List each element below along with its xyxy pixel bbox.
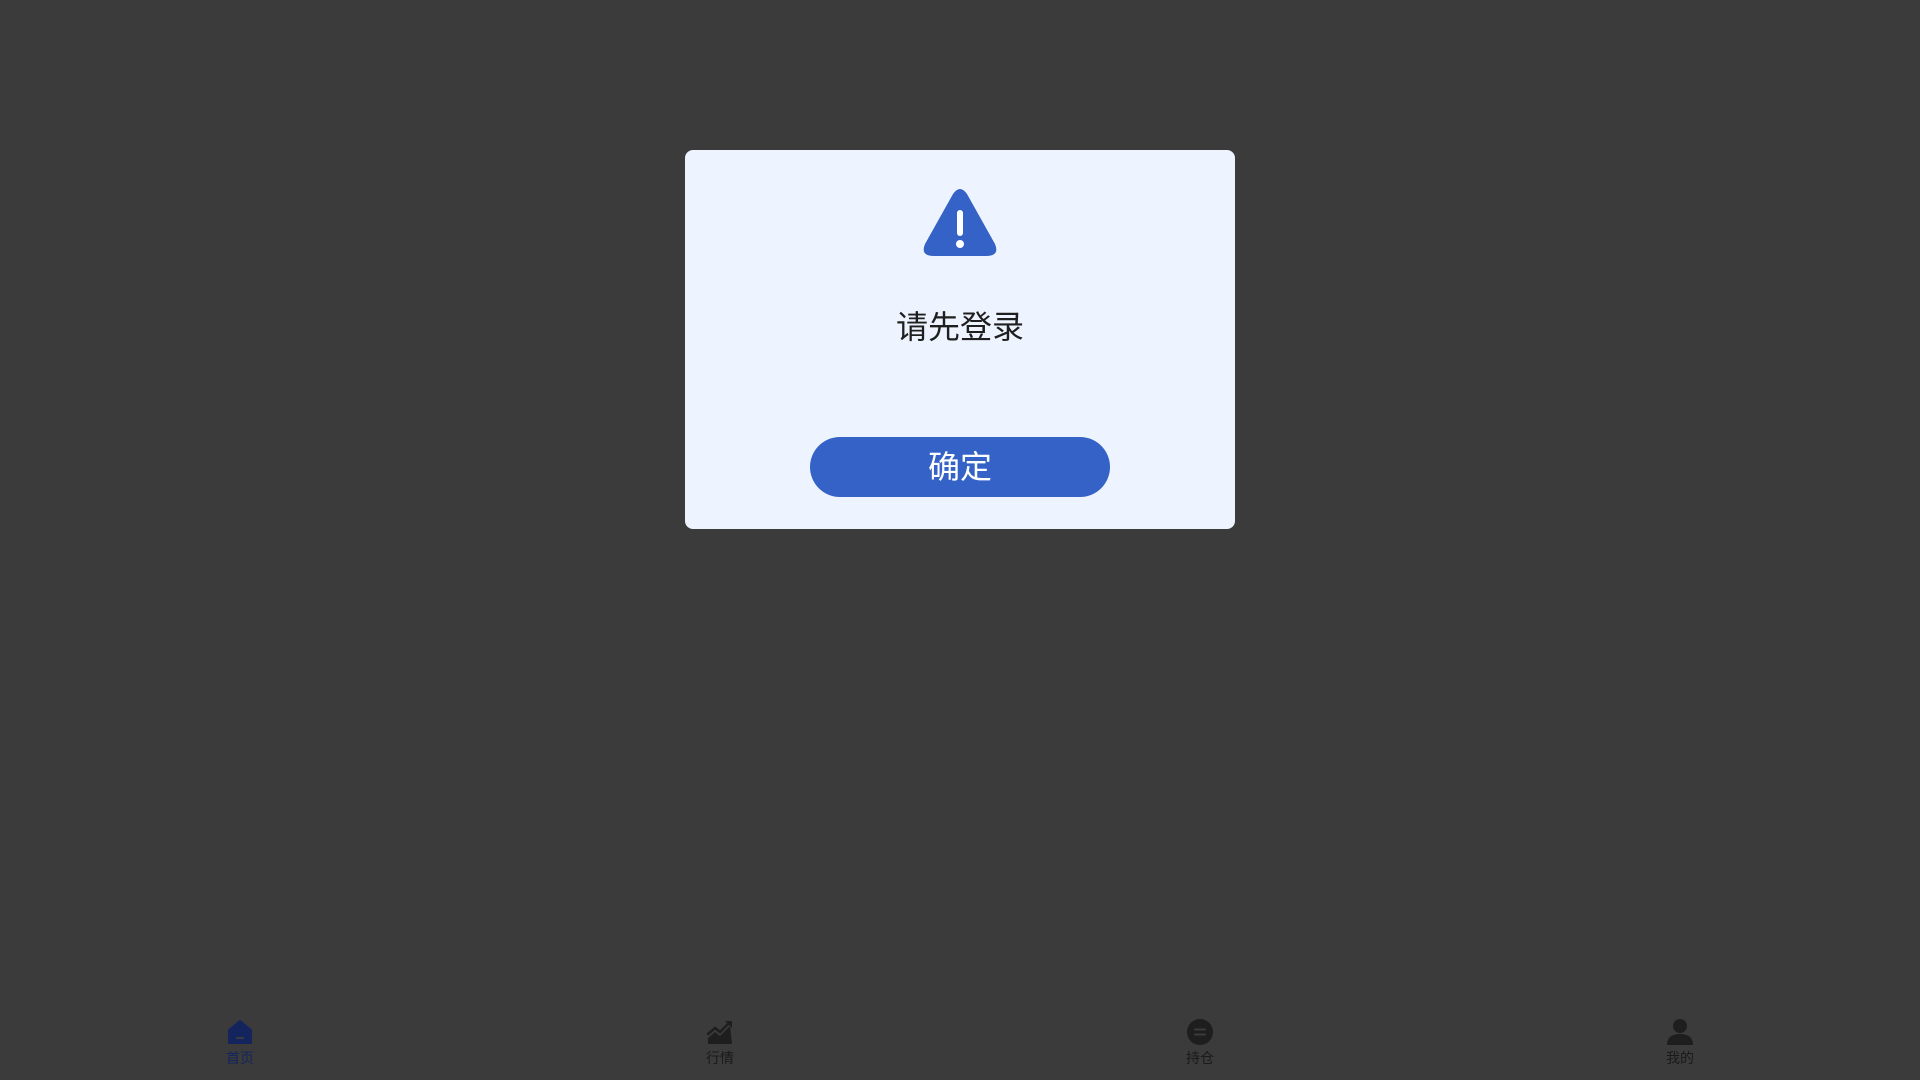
tab-positions[interactable]: 持仓 [1140,1008,1260,1080]
tab-mine-label: 我的 [1666,1051,1694,1067]
confirm-button[interactable]: 确定 [810,437,1110,497]
tab-market-label: 行情 [706,1051,734,1067]
bottom-tab-bar: 首页 行情 持仓 我的 [0,1008,1920,1080]
position-circle-icon [1186,1018,1214,1046]
app-screen: 请先登录 确定 首页 行情 持仓 我的 [0,0,1920,1080]
warning-triangle-icon [922,188,998,258]
login-required-dialog: 请先登录 确定 [685,150,1235,529]
tab-mine[interactable]: 我的 [1620,1008,1740,1080]
trend-chart-icon [706,1018,734,1046]
tab-home-label: 首页 [226,1051,254,1067]
tab-market[interactable]: 行情 [660,1008,780,1080]
home-icon [226,1018,254,1046]
tab-home[interactable]: 首页 [180,1008,300,1080]
dialog-message: 请先登录 [895,308,1024,346]
user-icon [1666,1018,1694,1046]
tab-positions-label: 持仓 [1186,1051,1214,1067]
